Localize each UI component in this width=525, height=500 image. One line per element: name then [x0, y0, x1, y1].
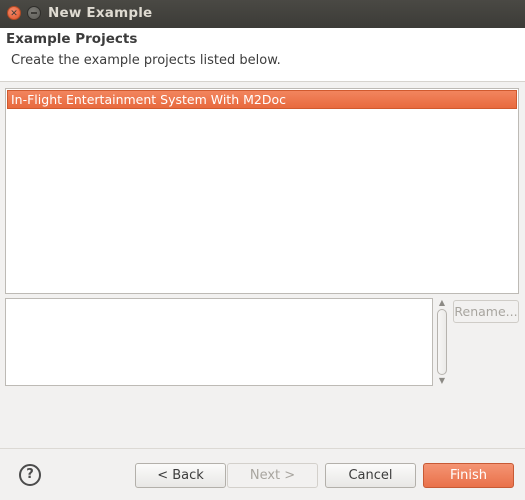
new-example-dialog: ✕ New Example Example Projects Create th… — [0, 0, 525, 500]
close-window-button[interactable]: ✕ — [7, 6, 21, 20]
example-project-list[interactable]: In-Flight Entertainment System With M2Do… — [5, 88, 519, 294]
scroll-up-icon[interactable]: ▲ — [436, 298, 448, 308]
title-bar: ✕ New Example — [0, 0, 525, 28]
page-description: Create the example projects listed below… — [11, 53, 281, 68]
back-button[interactable]: < Back — [135, 463, 226, 488]
window-title: New Example — [48, 5, 153, 21]
description-scrollbar[interactable]: ▲ ▼ — [436, 298, 448, 386]
wizard-header: Example Projects Create the example proj… — [0, 28, 525, 82]
rename-button[interactable]: Rename... — [453, 300, 519, 323]
cancel-button[interactable]: Cancel — [325, 463, 416, 488]
help-icon[interactable]: ? — [19, 464, 41, 486]
minimize-window-button[interactable] — [27, 6, 41, 20]
footer-divider — [0, 448, 525, 449]
scroll-thumb[interactable] — [437, 309, 447, 375]
scroll-down-icon[interactable]: ▼ — [436, 376, 448, 386]
finish-button[interactable]: Finish — [423, 463, 514, 488]
list-item[interactable]: In-Flight Entertainment System With M2Do… — [7, 90, 517, 109]
page-title: Example Projects — [6, 31, 138, 47]
next-button[interactable]: Next > — [227, 463, 318, 488]
project-description-area[interactable] — [5, 298, 433, 386]
